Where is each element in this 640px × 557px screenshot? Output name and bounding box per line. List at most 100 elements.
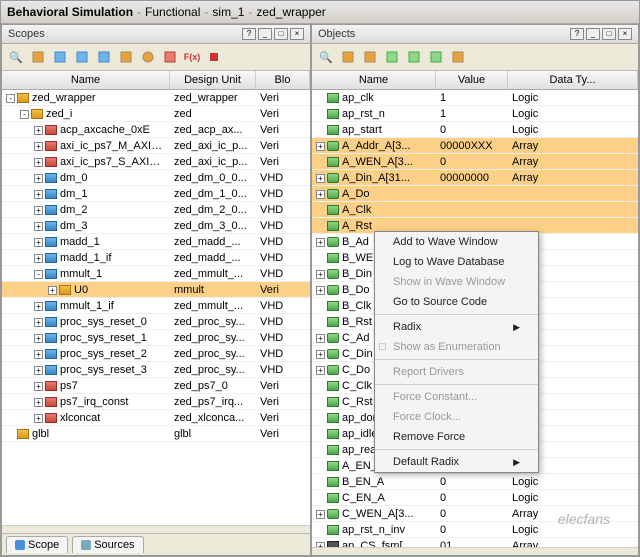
obj-filter4-icon[interactable] [404, 47, 424, 67]
scope-row[interactable]: +ps7_irq_constzed_ps7_irq...Veri [2, 394, 310, 410]
menu-default-radix[interactable]: Default Radix▶ [375, 452, 538, 472]
expander-icon[interactable]: + [34, 254, 43, 263]
col-block[interactable]: Blo [256, 71, 310, 89]
settings-icon[interactable] [160, 47, 180, 67]
obj-filter3-icon[interactable] [382, 47, 402, 67]
obj-filter6-icon[interactable] [448, 47, 468, 67]
tab-sources[interactable]: Sources [72, 536, 143, 553]
scope-row[interactable]: +proc_sys_reset_3zed_proc_sy...VHD [2, 362, 310, 378]
expander-icon[interactable]: - [34, 270, 43, 279]
expander-icon[interactable]: + [34, 238, 43, 247]
expander-icon[interactable]: + [316, 510, 325, 519]
menu-add-wave[interactable]: Add to Wave Window [375, 232, 538, 252]
expander-icon[interactable]: + [34, 318, 43, 327]
object-row[interactable]: ap_start0Logic [312, 122, 638, 138]
object-row[interactable]: ap_rst_n_inv0Logic [312, 522, 638, 538]
object-row[interactable]: A_WEN_A[3...0Array [312, 154, 638, 170]
tab-scope[interactable]: Scope [6, 536, 68, 553]
scope-row[interactable]: glblglblVeri [2, 426, 310, 442]
scope-row[interactable]: +proc_sys_reset_0zed_proc_sy...VHD [2, 314, 310, 330]
expander-icon[interactable]: + [316, 142, 325, 151]
expander-icon[interactable]: + [316, 350, 325, 359]
object-row[interactable]: +A_Do [312, 186, 638, 202]
object-row[interactable]: ap_clk1Logic [312, 90, 638, 106]
col-obj-dtype[interactable]: Data Ty... [508, 71, 638, 89]
objects-tree[interactable]: Name Value Data Ty... ap_clk1Logicap_rst… [312, 71, 638, 547]
menu-remove-force[interactable]: Remove Force [375, 427, 538, 447]
menu-log-wave[interactable]: Log to Wave Database [375, 252, 538, 272]
scope-row[interactable]: -zed_izedVeri [2, 106, 310, 122]
scope-row[interactable]: -mmult_1zed_mmult_...VHD [2, 266, 310, 282]
expander-icon[interactable]: + [34, 142, 43, 151]
col-name[interactable]: Name [2, 71, 170, 89]
stop-icon[interactable] [204, 47, 224, 67]
scope-row[interactable]: +dm_1zed_dm_1_0...VHD [2, 186, 310, 202]
scope-row[interactable]: +mmult_1_ifzed_mmult_...VHD [2, 298, 310, 314]
filter2-icon[interactable] [50, 47, 70, 67]
object-row[interactable]: +A_Din_A[31...00000000Array [312, 170, 638, 186]
col-obj-name[interactable]: Name [312, 71, 436, 89]
object-row[interactable]: +A_Addr_A[3...00000XXXArray [312, 138, 638, 154]
expander-icon[interactable]: + [34, 190, 43, 199]
expander-icon[interactable]: + [34, 414, 43, 423]
search-icon[interactable]: 🔍 [6, 47, 26, 67]
maximize-button[interactable]: □ [602, 28, 616, 40]
object-row[interactable]: C_EN_A0Logic [312, 490, 638, 506]
expander-icon[interactable]: + [316, 190, 325, 199]
expander-icon[interactable]: + [316, 286, 325, 295]
obj-filter5-icon[interactable] [426, 47, 446, 67]
scope-row[interactable]: +madd_1_ifzed_madd_...VHD [2, 250, 310, 266]
scope-row[interactable]: +proc_sys_reset_2zed_proc_sy...VHD [2, 346, 310, 362]
scope-row[interactable]: +ps7zed_ps7_0Veri [2, 378, 310, 394]
object-row[interactable]: B_EN_A0Logic [312, 474, 638, 490]
minimize-button[interactable]: _ [258, 28, 272, 40]
scope-row[interactable]: +acp_axcache_0xEzed_acp_ax...Veri [2, 122, 310, 138]
scope-row[interactable]: +madd_1zed_madd_...VHD [2, 234, 310, 250]
scope-row[interactable]: +dm_2zed_dm_2_0...VHD [2, 202, 310, 218]
object-row[interactable]: A_Clk [312, 202, 638, 218]
help-button[interactable]: ? [242, 28, 256, 40]
close-button[interactable]: × [618, 28, 632, 40]
expander-icon[interactable]: + [316, 366, 325, 375]
col-obj-value[interactable]: Value [436, 71, 508, 89]
menu-radix[interactable]: Radix▶ [375, 317, 538, 337]
scopes-tree[interactable]: Name Design Unit Blo -zed_wrapperzed_wra… [2, 71, 310, 525]
expander-icon[interactable]: + [48, 286, 57, 295]
expander-icon[interactable]: + [316, 270, 325, 279]
close-button[interactable]: × [290, 28, 304, 40]
expander-icon[interactable]: + [316, 238, 325, 247]
expander-icon[interactable]: + [34, 366, 43, 375]
expander-icon[interactable]: + [34, 222, 43, 231]
filter5-icon[interactable] [116, 47, 136, 67]
help-button[interactable]: ? [570, 28, 584, 40]
object-row[interactable]: +ap_CS_fsm[...01Array [312, 538, 638, 547]
filter1-icon[interactable] [28, 47, 48, 67]
scope-row[interactable]: +dm_0zed_dm_0_0...VHD [2, 170, 310, 186]
expander-icon[interactable]: - [20, 110, 29, 119]
expander-icon[interactable]: + [316, 334, 325, 343]
scope-row[interactable]: -zed_wrapperzed_wrapperVeri [2, 90, 310, 106]
object-row[interactable]: ap_rst_n1Logic [312, 106, 638, 122]
obj-filter2-icon[interactable] [360, 47, 380, 67]
scope-row[interactable]: +xlconcatzed_xlconca...Veri [2, 410, 310, 426]
expander-icon[interactable]: + [34, 206, 43, 215]
filter4-icon[interactable] [94, 47, 114, 67]
scope-row[interactable]: +proc_sys_reset_1zed_proc_sy...VHD [2, 330, 310, 346]
scope-row[interactable]: +axi_ic_ps7_S_AXI_ACPzed_axi_ic_p...Veri [2, 154, 310, 170]
expander-icon[interactable]: + [34, 158, 43, 167]
fx-icon[interactable]: F(x) [182, 47, 202, 67]
expander-icon[interactable]: + [34, 382, 43, 391]
expander-icon[interactable]: + [34, 302, 43, 311]
object-row[interactable]: +C_WEN_A[3...0Array [312, 506, 638, 522]
expander-icon[interactable]: + [34, 350, 43, 359]
expander-icon[interactable]: + [34, 174, 43, 183]
expander-icon[interactable]: + [34, 334, 43, 343]
expander-icon[interactable]: + [316, 174, 325, 183]
menu-go-source[interactable]: Go to Source Code [375, 292, 538, 312]
expander-icon[interactable]: + [34, 398, 43, 407]
search-icon[interactable]: 🔍 [316, 47, 336, 67]
filter6-icon[interactable] [138, 47, 158, 67]
minimize-button[interactable]: _ [586, 28, 600, 40]
obj-filter1-icon[interactable] [338, 47, 358, 67]
filter3-icon[interactable] [72, 47, 92, 67]
